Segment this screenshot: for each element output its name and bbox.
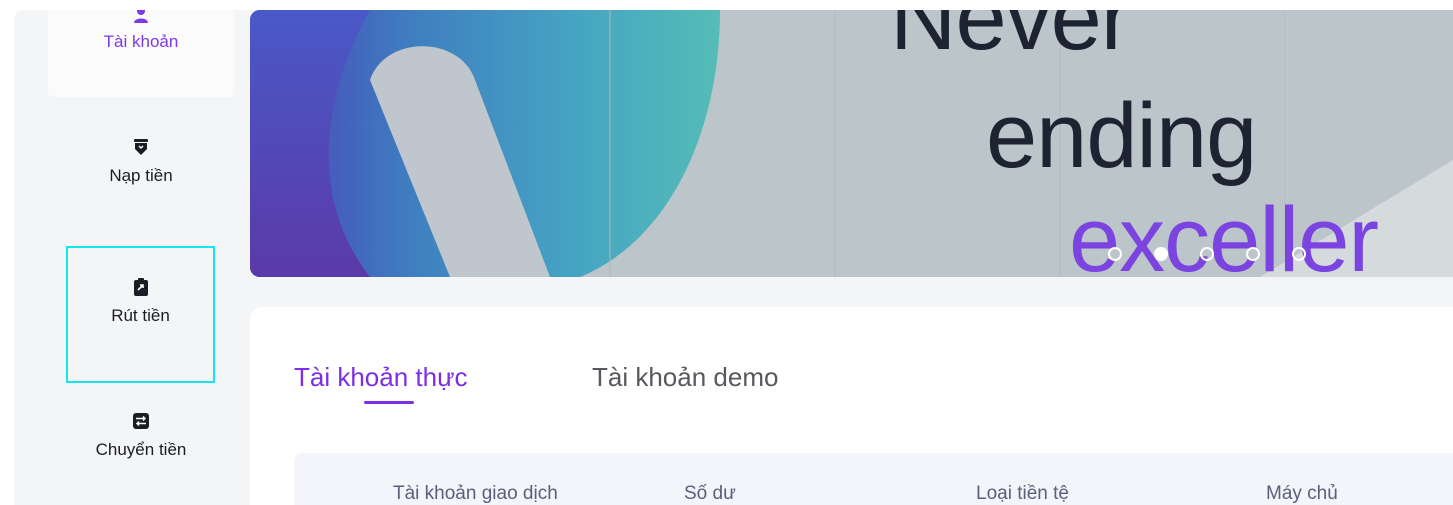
carousel-dot[interactable] — [1200, 247, 1214, 261]
sidebar-item-label: Chuyển tiền — [95, 440, 187, 459]
sidebar-item-label: Nạp tiền — [109, 166, 173, 185]
tab-real-account[interactable]: Tài khoản thực — [294, 362, 468, 393]
banner-headline-line1: Never — [890, 10, 1131, 69]
sidebar-item-label: Tài khoản — [103, 32, 179, 51]
sidebar-item-withdraw[interactable]: Rút tiền — [66, 246, 215, 383]
sidebar-item-account[interactable]: Tài khoản — [48, 10, 234, 97]
column-header-balance[interactable]: Số dư — [684, 483, 736, 505]
app-window: Tài khoản Nạp tiền Rút tiền Chuyển tiền … — [14, 10, 1453, 505]
carousel-dot[interactable] — [1108, 247, 1122, 261]
transfer-icon — [133, 413, 149, 429]
active-tab-indicator — [364, 401, 414, 404]
deposit-icon — [134, 139, 148, 155]
sidebar-item-transfer[interactable]: Chuyển tiền — [48, 412, 234, 492]
sidebar: Tài khoản Nạp tiền Rút tiền Chuyển tiền — [14, 10, 250, 505]
sidebar-item-label: Rút tiền — [111, 306, 170, 325]
carousel-dot[interactable] — [1292, 247, 1306, 261]
carousel-dot[interactable] — [1246, 247, 1260, 261]
promo-banner[interactable]: Never ending exceller — [250, 10, 1453, 277]
banner-headline-line3: exceller — [1069, 189, 1379, 277]
banner-headline-line2: ending — [986, 85, 1257, 187]
user-icon — [134, 10, 148, 23]
carousel-dot-active[interactable] — [1154, 247, 1168, 261]
withdraw-icon — [133, 278, 148, 296]
column-header-trading-account[interactable]: Tài khoản giao dịch — [393, 483, 558, 505]
table-header: Tài khoản giao dịch Số dư Loại tiền tệ M… — [294, 453, 1453, 505]
sidebar-item-deposit[interactable]: Nạp tiền — [48, 138, 234, 218]
screenshot-frame: Tài khoản Nạp tiền Rút tiền Chuyển tiền … — [0, 0, 1453, 505]
column-header-server[interactable]: Máy chủ — [1266, 483, 1338, 505]
tab-demo-account[interactable]: Tài khoản demo — [592, 362, 778, 393]
accounts-card: Tài khoản thực Tài khoản demo Tài khoản … — [250, 307, 1453, 505]
column-header-currency[interactable]: Loại tiền tệ — [976, 483, 1069, 505]
